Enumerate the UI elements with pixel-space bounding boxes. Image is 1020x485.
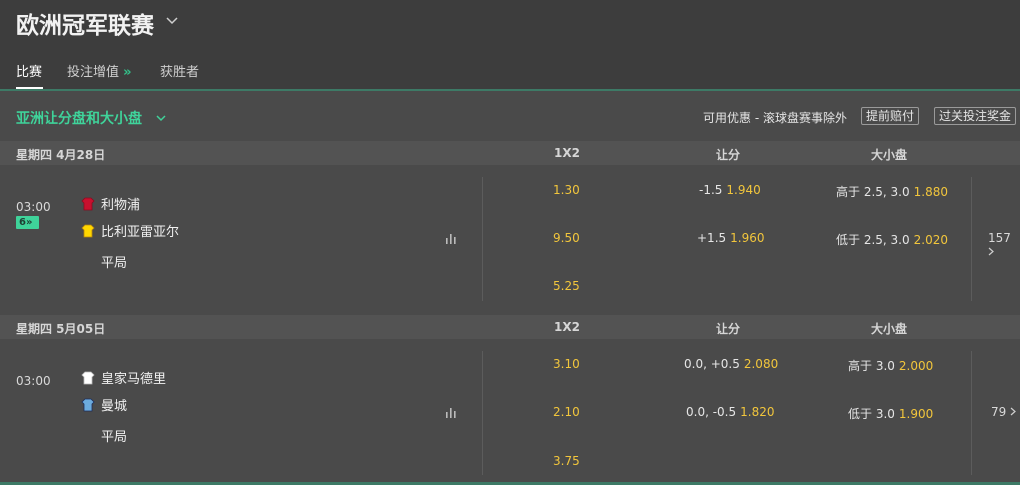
bar-chart-icon[interactable] [445,232,457,244]
away-team[interactable]: 比利亚雷亚尔 [81,224,179,242]
tab-bet-boost[interactable]: 投注增值 » [67,61,132,80]
column-header-total: 大小盘 [871,148,908,162]
team-name: 比利亚雷亚尔 [101,225,180,240]
draw-label: 平局 [101,256,128,271]
tab-label: 比赛 [16,65,43,80]
page-title: 欧洲冠军联赛 [16,13,154,39]
team-name: 皇家马德里 [101,372,167,387]
divider [971,177,972,301]
odds-home[interactable]: 1.30 [553,183,580,197]
chevron-right-icon [1010,407,1017,416]
handicap-away[interactable]: 0.0, -0.5 1.820 [686,405,775,419]
market-selector-bar: 亚洲让分盘和大小盘 可用优惠 - 滚球盘赛事除外 提前赔付 过关投注奖金 [0,91,1020,141]
handicap-home[interactable]: 0.0, +0.5 2.080 [684,357,778,371]
total-over[interactable]: 高于 2.5, 3.0 1.880 [836,183,948,200]
total-over[interactable]: 高于 3.0 2.000 [848,357,933,374]
date-header: 星期四 5月05日 1X2 让分 大小盘 [0,315,1020,339]
match-time: 03:00 [16,200,51,214]
date-header: 星期四 4月28日 1X2 让分 大小盘 [0,141,1020,165]
total-odds: 2.020 [913,233,948,247]
odds-home[interactable]: 3.10 [553,357,580,371]
total-under[interactable]: 低于 2.5, 3.0 2.020 [836,231,948,248]
acca-bonus-badge[interactable]: 过关投注奖金 [934,107,1017,125]
jersey-icon [81,197,95,211]
handicap-home[interactable]: -1.5 1.940 [699,183,761,197]
competition-header: 欧洲冠军联赛 比赛 投注增值 » 获胜者 [0,0,1020,90]
column-header-handicap: 让分 [716,322,741,336]
chevron-down-icon[interactable] [156,113,166,123]
handicap-line: +1.5 [697,231,727,245]
date-label: 星期四 4月28日 [16,148,106,162]
odds-draw[interactable]: 3.75 [553,454,580,468]
handicap-odds: 1.960 [730,231,765,245]
bar-chart-icon[interactable] [445,406,457,418]
live-streams-badge[interactable]: 6» [16,216,39,229]
double-chevron-right-icon: » [25,217,33,228]
team-name: 曼城 [101,399,128,414]
home-team[interactable]: 利物浦 [81,197,140,215]
column-header-total: 大小盘 [871,322,908,336]
match-row: 03:00 皇家马德里 曼城 平局 3.10 2.10 3.75 0.0, +0… [0,339,1020,482]
handicap-odds: 2.080 [743,357,779,371]
total-under[interactable]: 低于 3.0 1.900 [848,405,933,422]
more-markets-count: 157 [988,231,1011,245]
column-header-handicap: 让分 [716,148,741,162]
tab-matches[interactable]: 比赛 [16,61,42,80]
team-name: 利物浦 [101,198,141,213]
away-team[interactable]: 曼城 [81,398,127,416]
total-line: 低于 3.0 [848,407,895,421]
jersey-icon [81,371,95,385]
home-team[interactable]: 皇家马德里 [81,371,166,389]
handicap-line: 0.0, -0.5 [686,405,737,419]
market-selector[interactable]: 亚洲让分盘和大小盘 [16,108,142,128]
date-label: 星期四 5月05日 [16,322,106,336]
draw-label: 平局 [101,430,128,445]
jersey-icon [81,224,95,238]
chevron-down-icon[interactable] [166,14,178,26]
total-line: 高于 3.0 [848,359,895,373]
more-markets-link[interactable]: 157 [988,231,1020,259]
promo-text: 可用优惠 - 滚球盘赛事除外 [703,111,847,125]
tab-label: 获胜者 [160,65,200,80]
total-odds: 1.900 [898,407,934,421]
tab-label: 投注增值 [67,65,120,80]
handicap-line: -1.5 [699,183,723,197]
divider [482,351,483,475]
total-odds: 2.000 [898,359,934,373]
column-header-1x2: 1X2 [554,146,580,160]
live-count: 6 [19,217,26,228]
odds-away[interactable]: 2.10 [553,405,580,419]
handicap-line: 0.0, +0.5 [684,357,740,371]
more-markets-count: 79 [991,405,1007,419]
double-chevron-right-icon: » [123,65,132,80]
odds-away[interactable]: 9.50 [553,231,580,245]
total-odds: 1.880 [913,185,948,199]
jersey-icon [81,398,95,412]
chevron-right-icon [988,247,994,256]
divider [971,351,972,475]
odds-draw[interactable]: 5.25 [553,279,580,293]
tab-bar: 比赛 投注增值 » 获胜者 [0,56,1020,90]
divider [482,177,483,301]
tab-winners[interactable]: 获胜者 [160,61,199,80]
more-markets-link[interactable]: 79 [991,405,1017,419]
early-payout-badge[interactable]: 提前赔付 [861,107,920,125]
match-row: 03:00 6» 利物浦 比利亚雷亚尔 平局 1.30 9.50 5.25 -1… [0,165,1020,315]
handicap-away[interactable]: +1.5 1.960 [697,231,765,245]
total-line: 低于 2.5, 3.0 [836,233,910,247]
handicap-odds: 1.940 [726,183,761,197]
handicap-odds: 1.820 [740,405,775,419]
match-time: 03:00 [16,374,51,388]
total-line: 高于 2.5, 3.0 [836,185,910,199]
column-header-1x2: 1X2 [554,320,580,334]
